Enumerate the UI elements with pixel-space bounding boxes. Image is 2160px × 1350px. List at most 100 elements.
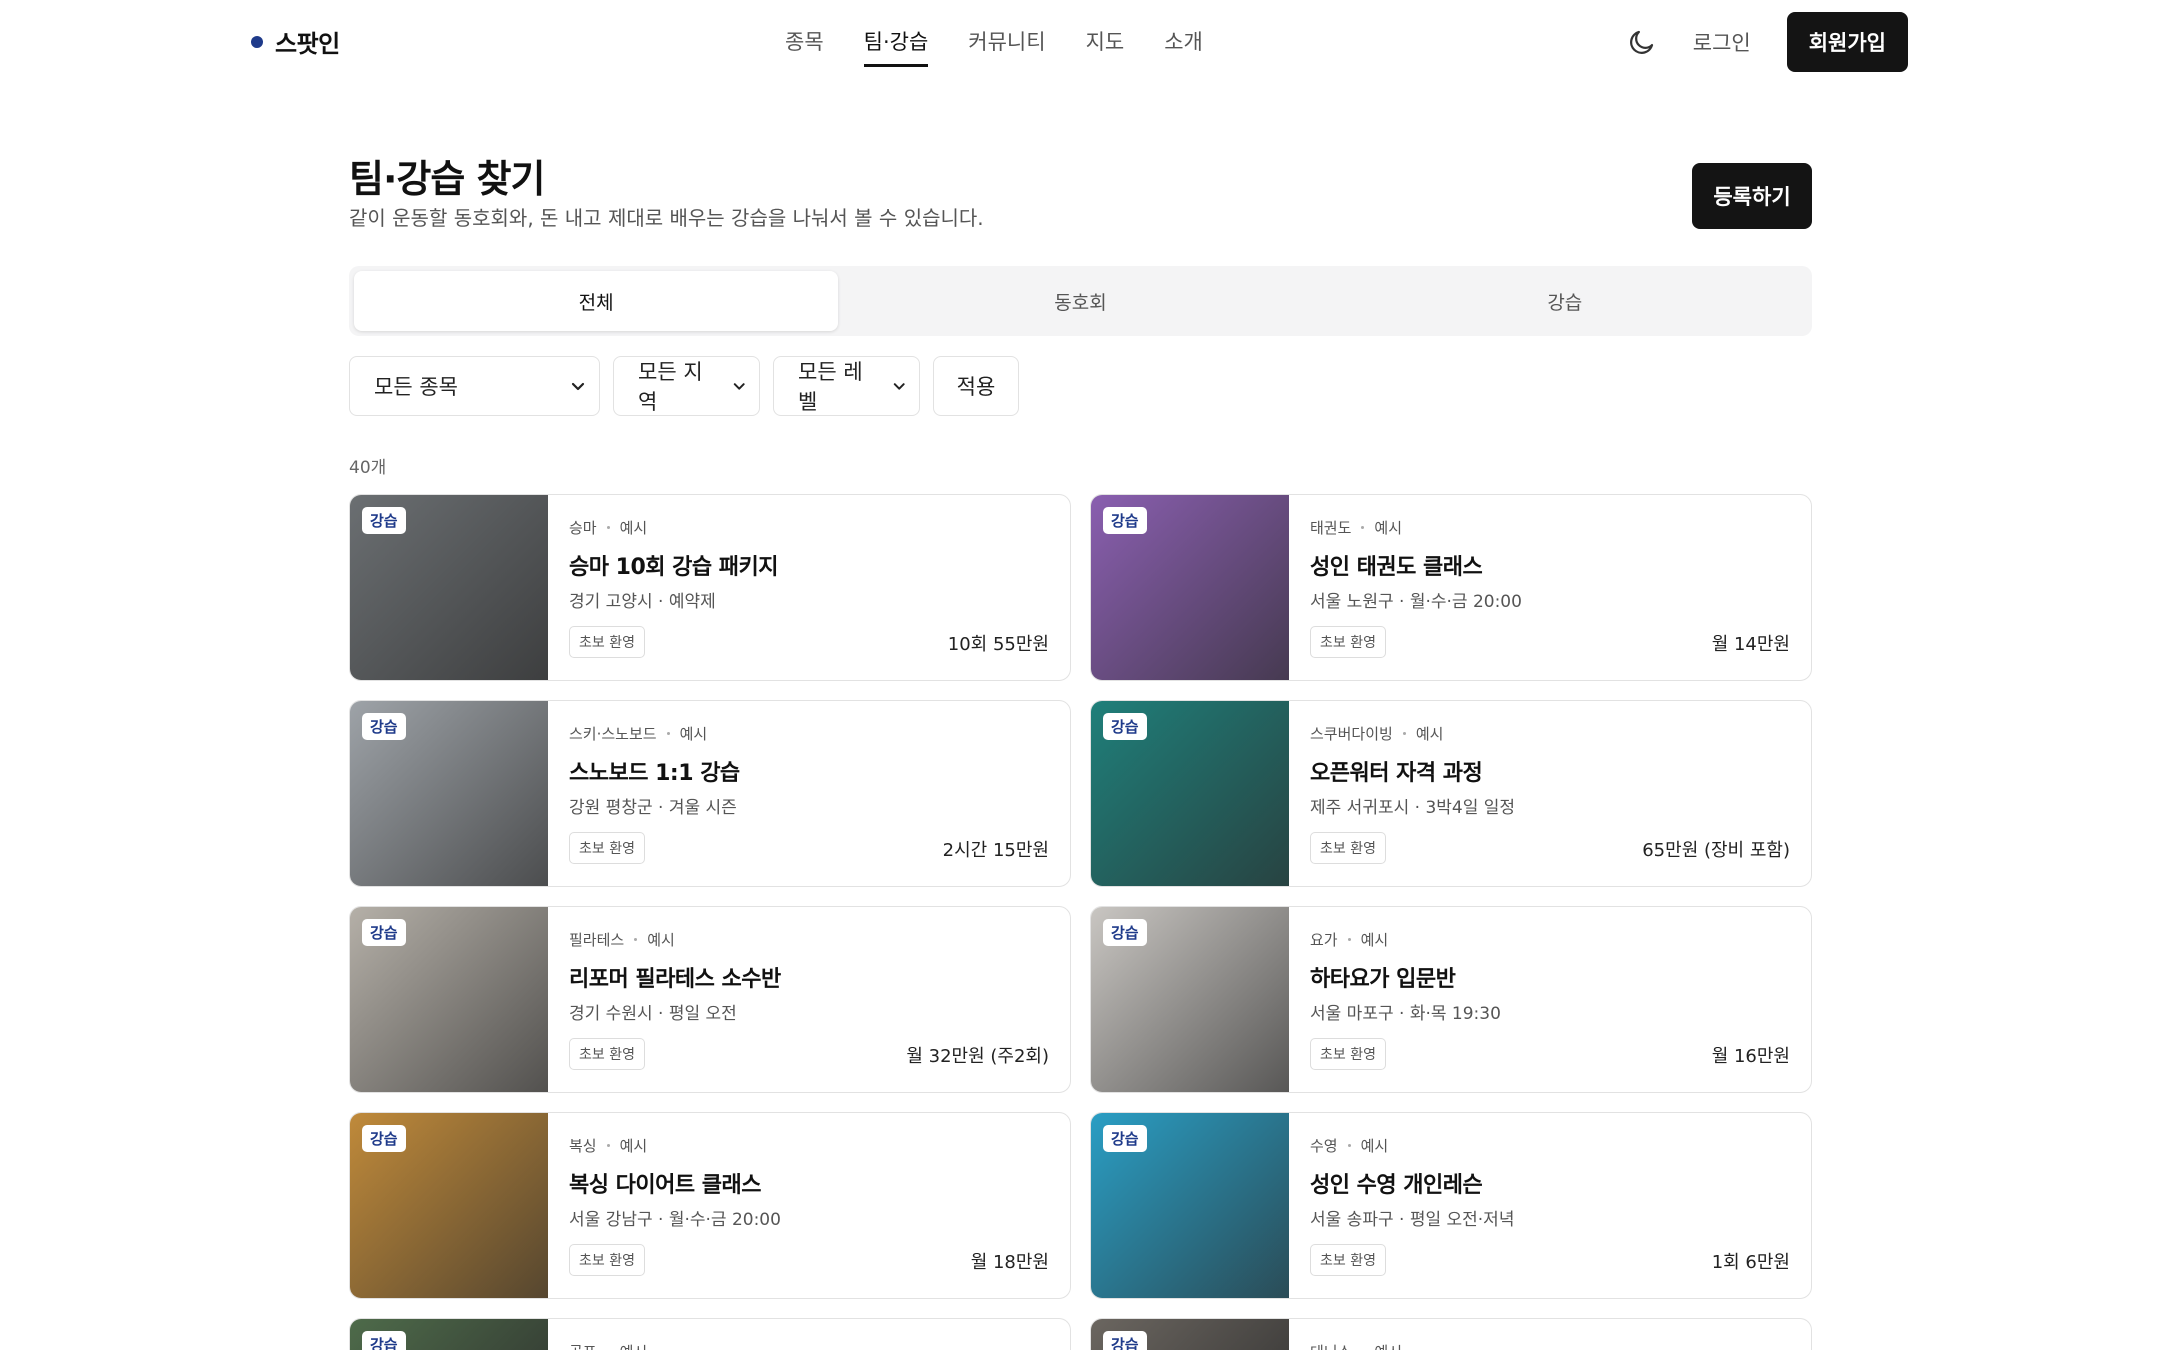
listing-title: 오픈워터 자격 과정 bbox=[1310, 761, 1483, 786]
page-title: 팀·강습 찾기 bbox=[349, 157, 545, 201]
main-nav: 종목 팀·강습 커뮤니티 지도 소개 bbox=[785, 26, 1203, 67]
region-select-value: 모든 지역 bbox=[638, 360, 703, 414]
nav-item-sports[interactable]: 종목 bbox=[785, 26, 824, 67]
level-tag: 초보 환영 bbox=[1310, 1038, 1386, 1070]
listing-card[interactable]: 강습 스쿠버다이빙 예시 오픈워터 자격 과정 제주 서귀포시 · 3박4일 일정… bbox=[1090, 700, 1812, 887]
listing-card[interactable]: 강습 태권도 예시 성인 태권도 클래스 서울 노원구 · 월·수·금 20:00… bbox=[1090, 494, 1812, 681]
logo-dot-icon bbox=[251, 35, 263, 48]
listing-sport: 스키·스노보드 bbox=[569, 725, 657, 743]
level-select-value: 모든 레벨 bbox=[798, 360, 863, 414]
listing-body: 테니스 예시 bbox=[1289, 1319, 1811, 1350]
listing-card[interactable]: 강습 수영 예시 성인 수영 개인레슨 서울 송파구 · 평일 오전·저녁 초보 … bbox=[1090, 1112, 1812, 1299]
listing-thumbnail: 강습 bbox=[350, 1113, 548, 1298]
level-tag: 초보 환영 bbox=[569, 626, 645, 658]
level-select[interactable]: 모든 레벨 bbox=[773, 356, 920, 416]
sport-select-value: 모든 종목 bbox=[374, 375, 458, 399]
listing-sport: 태권도 bbox=[1310, 519, 1352, 537]
listing-card[interactable]: 강습 요가 예시 하타요가 입문반 서울 마포구 · 화·목 19:30 초보 환… bbox=[1090, 906, 1812, 1093]
listing-sample-label: 예시 bbox=[647, 931, 675, 949]
register-button[interactable]: 등록하기 bbox=[1692, 163, 1812, 229]
separator-dot-icon bbox=[606, 526, 610, 529]
top-header: 스팟인 종목 팀·강습 커뮤니티 지도 소개 로그인 회원가입 bbox=[0, 0, 2160, 84]
listing-body: 요가 예시 하타요가 입문반 서울 마포구 · 화·목 19:30 초보 환영 월… bbox=[1289, 907, 1811, 1092]
level-tag: 초보 환영 bbox=[1310, 1244, 1386, 1276]
listing-price: 월 32만원 (주2회) bbox=[906, 1046, 1049, 1067]
listing-body: 골프 예시 bbox=[548, 1319, 1070, 1350]
type-badge: 강습 bbox=[362, 1331, 406, 1350]
listing-thumbnail: 강습 bbox=[1091, 907, 1289, 1092]
result-count: 40개 bbox=[349, 458, 387, 478]
listing-location: 서울 마포구 · 화·목 19:30 bbox=[1310, 1004, 1501, 1024]
region-select[interactable]: 모든 지역 bbox=[613, 356, 760, 416]
listing-card[interactable]: 강습 복싱 예시 복싱 다이어트 클래스 서울 강남구 · 월·수·금 20:00… bbox=[349, 1112, 1071, 1299]
filter-bar: 모든 종목 모든 지역 모든 레벨 적용 bbox=[349, 356, 1019, 416]
listing-grid: 강습 승마 예시 승마 10회 강습 패키지 경기 고양시 · 예약제 초보 환영… bbox=[349, 494, 1812, 1350]
listing-thumbnail: 강습 bbox=[1091, 495, 1289, 680]
listing-sport: 테니스 bbox=[1310, 1341, 1351, 1350]
listing-price: 65만원 (장비 포함) bbox=[1642, 840, 1790, 861]
tab-clubs[interactable]: 동호회 bbox=[838, 271, 1322, 331]
listing-card[interactable]: 강습 필라테스 예시 리포머 필라테스 소수반 경기 수원시 · 평일 오전 초보… bbox=[349, 906, 1071, 1093]
tab-all[interactable]: 전체 bbox=[354, 271, 839, 331]
page-subtitle: 같이 운동할 동호회와, 돈 내고 제대로 배우는 강습을 나눠서 볼 수 있습… bbox=[349, 206, 984, 230]
level-tag: 초보 환영 bbox=[1310, 832, 1386, 864]
login-link[interactable]: 로그인 bbox=[1693, 27, 1751, 57]
type-badge: 강습 bbox=[362, 713, 406, 740]
listing-body: 복싱 예시 복싱 다이어트 클래스 서울 강남구 · 월·수·금 20:00 초보… bbox=[548, 1113, 1070, 1298]
listing-meta: 골프 예시 bbox=[569, 1341, 647, 1350]
chevron-down-icon bbox=[893, 383, 905, 390]
listing-meta: 필라테스 예시 bbox=[569, 929, 675, 950]
tab-lessons[interactable]: 강습 bbox=[1323, 271, 1807, 331]
listing-card[interactable]: 강습 골프 예시 bbox=[349, 1318, 1071, 1350]
nav-item-community[interactable]: 커뮤니티 bbox=[968, 26, 1045, 67]
listing-thumbnail: 강습 bbox=[350, 495, 548, 680]
listing-sample-label: 예시 bbox=[1374, 519, 1403, 537]
listing-sample-label: 예시 bbox=[619, 519, 648, 537]
listing-location: 경기 고양시 · 예약제 bbox=[569, 592, 716, 612]
signup-button[interactable]: 회원가입 bbox=[1786, 12, 1908, 72]
listing-body: 태권도 예시 성인 태권도 클래스 서울 노원구 · 월·수·금 20:00 초보… bbox=[1289, 495, 1811, 680]
listing-meta: 스쿠버다이빙 예시 bbox=[1310, 723, 1443, 744]
listing-price: 2시간 15만원 bbox=[942, 840, 1049, 861]
nav-item-about[interactable]: 소개 bbox=[1164, 26, 1203, 67]
listing-location: 서울 송파구 · 평일 오전·저녁 bbox=[1310, 1210, 1515, 1230]
level-tag: 초보 환영 bbox=[569, 1038, 645, 1070]
type-badge: 강습 bbox=[362, 507, 406, 534]
listing-meta: 테니스 예시 bbox=[1310, 1341, 1402, 1350]
listing-meta: 복싱 예시 bbox=[569, 1135, 647, 1156]
listing-meta: 수영 예시 bbox=[1310, 1135, 1388, 1156]
listing-sample-label: 예시 bbox=[1415, 725, 1444, 743]
listing-body: 승마 예시 승마 10회 강습 패키지 경기 고양시 · 예약제 초보 환영 10… bbox=[548, 495, 1070, 680]
logo[interactable]: 스팟인 bbox=[251, 24, 340, 59]
listing-title: 스노보드 1:1 강습 bbox=[569, 761, 740, 786]
nav-item-map[interactable]: 지도 bbox=[1086, 26, 1125, 67]
separator-dot-icon bbox=[1347, 1144, 1351, 1147]
listing-card[interactable]: 강습 테니스 예시 bbox=[1090, 1318, 1812, 1350]
chevron-down-icon bbox=[733, 383, 745, 390]
chevron-down-icon bbox=[571, 382, 585, 391]
listing-sport: 수영 bbox=[1310, 1137, 1338, 1155]
listing-sport: 요가 bbox=[1310, 931, 1338, 949]
listing-card[interactable]: 강습 스키·스노보드 예시 스노보드 1:1 강습 강원 평창군 · 겨울 시즌 … bbox=[349, 700, 1071, 887]
moon-icon[interactable] bbox=[1627, 27, 1657, 57]
nav-item-teams-lessons[interactable]: 팀·강습 bbox=[863, 26, 929, 67]
apply-filter-button[interactable]: 적용 bbox=[933, 356, 1019, 416]
separator-dot-icon bbox=[666, 732, 670, 735]
listing-meta: 스키·스노보드 예시 bbox=[569, 723, 707, 744]
listing-price: 월 16만원 bbox=[1711, 1046, 1790, 1067]
sport-select[interactable]: 모든 종목 bbox=[349, 356, 600, 416]
listing-sample-label: 예시 bbox=[619, 1137, 648, 1155]
listing-card[interactable]: 강습 승마 예시 승마 10회 강습 패키지 경기 고양시 · 예약제 초보 환영… bbox=[349, 494, 1071, 681]
listing-price: 월 14만원 bbox=[1711, 634, 1790, 655]
listing-price: 1회 6만원 bbox=[1711, 1252, 1790, 1273]
listing-thumbnail: 강습 bbox=[350, 1319, 548, 1350]
level-tag: 초보 환영 bbox=[569, 832, 645, 864]
type-badge: 강습 bbox=[1103, 1125, 1147, 1152]
listing-price: 10회 55만원 bbox=[947, 634, 1049, 655]
listing-thumbnail: 강습 bbox=[350, 907, 548, 1092]
listing-meta: 요가 예시 bbox=[1310, 929, 1388, 950]
listing-sport: 스쿠버다이빙 bbox=[1310, 725, 1393, 743]
listing-title: 성인 수영 개인레슨 bbox=[1310, 1173, 1483, 1198]
listing-sport: 골프 bbox=[569, 1341, 597, 1350]
listing-thumbnail: 강습 bbox=[1091, 701, 1289, 886]
